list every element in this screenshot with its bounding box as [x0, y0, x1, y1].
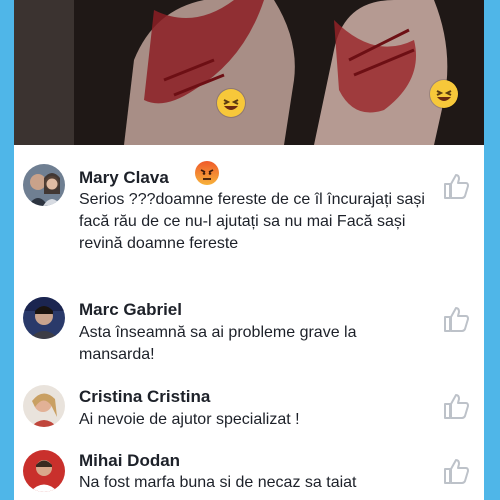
left-frame-border — [0, 0, 14, 500]
comment-text: Serios ???doamne fereste de ce îl încura… — [79, 191, 425, 252]
like-icon[interactable] — [442, 457, 470, 485]
commenter-name[interactable]: Mary Clava — [79, 168, 169, 188]
avatar[interactable] — [23, 385, 65, 427]
right-frame-border — [484, 0, 500, 500]
like-icon[interactable] — [442, 172, 470, 200]
avatar[interactable] — [23, 297, 65, 339]
video-image — [14, 0, 484, 145]
haha-reaction-icon — [217, 89, 245, 117]
commenter-name[interactable]: Marc Gabriel — [79, 300, 182, 320]
like-icon[interactable] — [442, 305, 470, 333]
commenter-name[interactable]: Cristina Cristina — [79, 387, 210, 407]
video-frame[interactable] — [14, 0, 484, 145]
commenter-name[interactable]: Mihai Dodan — [79, 451, 180, 471]
avatar[interactable] — [23, 164, 65, 206]
like-icon[interactable] — [442, 392, 470, 420]
haha-reaction-icon — [430, 80, 458, 108]
comment-text: Ai nevoie de ajutor specializat ! — [79, 411, 300, 428]
avatar[interactable] — [23, 450, 65, 492]
comments-list: Mary Clava Serios ???doamne fereste de c… — [14, 145, 484, 500]
comment-text: Na fost marfa buna si de necaz sa taiat — [79, 474, 357, 491]
comment-text: Asta înseamnă sa ai probleme grave la ma… — [79, 324, 357, 363]
angry-reaction-icon — [195, 161, 219, 185]
